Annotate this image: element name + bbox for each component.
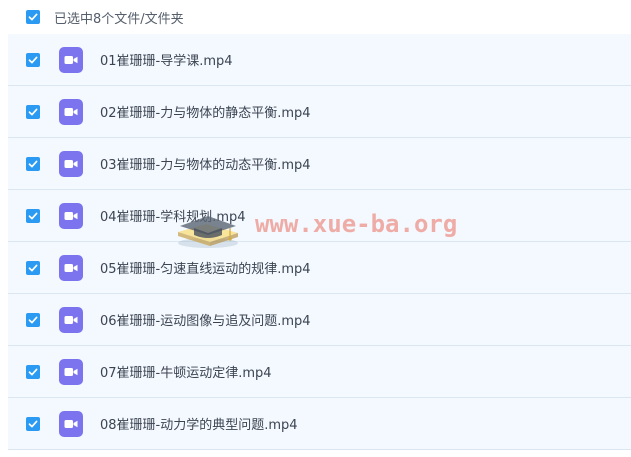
video-camera-icon (64, 211, 78, 220)
select-all-checkbox[interactable] (26, 10, 40, 24)
checkmark-icon (28, 420, 38, 427)
checkmark-icon (28, 316, 38, 323)
checkmark-icon (28, 13, 38, 21)
video-camera-icon (64, 263, 78, 272)
video-file-icon[interactable] (59, 202, 83, 229)
file-name[interactable]: 02崔珊珊-力与物体的静态平衡.mp4 (100, 102, 311, 121)
file-row[interactable]: 04崔珊珊-学科规划.mp4 (8, 190, 631, 242)
file-checkbox[interactable] (26, 416, 40, 431)
file-checkbox[interactable] (26, 104, 40, 119)
file-name[interactable]: 08崔珊珊-动力学的典型问题.mp4 (100, 414, 298, 433)
checkmark-icon (28, 212, 38, 219)
file-row[interactable]: 05崔珊珊-匀速直线运动的规律.mp4 (8, 242, 631, 294)
file-row[interactable]: 08崔珊珊-动力学的典型问题.mp4 (8, 398, 631, 450)
file-checkbox[interactable] (26, 156, 40, 171)
video-file-icon[interactable] (59, 410, 83, 437)
file-row[interactable]: 02崔珊珊-力与物体的静态平衡.mp4 (8, 86, 631, 138)
file-name[interactable]: 05崔珊珊-匀速直线运动的规律.mp4 (100, 258, 311, 277)
selection-count-text: 已选中8个文件/文件夹 (54, 11, 184, 27)
video-file-icon[interactable] (59, 254, 83, 281)
checkmark-icon (28, 56, 38, 63)
video-camera-icon (64, 55, 78, 64)
video-camera-icon (64, 367, 78, 376)
video-file-icon[interactable] (59, 98, 83, 125)
video-file-icon[interactable] (59, 306, 83, 333)
file-name[interactable]: 01崔珊珊-导学课.mp4 (100, 50, 233, 69)
file-name[interactable]: 06崔珊珊-运动图像与追及问题.mp4 (100, 310, 311, 329)
file-checkbox[interactable] (26, 52, 40, 67)
file-list-page: 已选中8个文件/文件夹 01崔珊珊-导学课.mp4 02崔珊珊-力与物体的静态平衡… (0, 0, 631, 457)
file-checkbox[interactable] (26, 312, 40, 327)
video-camera-icon (64, 107, 78, 116)
file-row[interactable]: 01崔珊珊-导学课.mp4 (8, 34, 631, 86)
file-name[interactable]: 07崔珊珊-牛顿运动定律.mp4 (100, 362, 272, 381)
checkmark-icon (28, 368, 38, 375)
file-row[interactable]: 03崔珊珊-力与物体的动态平衡.mp4 (8, 138, 631, 190)
file-checkbox[interactable] (26, 260, 40, 275)
file-row[interactable]: 06崔珊珊-运动图像与追及问题.mp4 (8, 294, 631, 346)
checkmark-icon (28, 264, 38, 271)
file-row[interactable]: 07崔珊珊-牛顿运动定律.mp4 (8, 346, 631, 398)
checkmark-icon (28, 108, 38, 115)
file-name[interactable]: 03崔珊珊-力与物体的动态平衡.mp4 (100, 154, 311, 173)
video-camera-icon (64, 159, 78, 168)
file-checkbox[interactable] (26, 208, 40, 223)
video-file-icon[interactable] (59, 358, 83, 385)
video-file-icon[interactable] (59, 46, 83, 73)
video-file-icon[interactable] (59, 150, 83, 177)
video-camera-icon (64, 419, 78, 428)
file-list: 01崔珊珊-导学课.mp4 02崔珊珊-力与物体的静态平衡.mp4 03崔珊珊-力与… (8, 34, 631, 450)
checkmark-icon (28, 160, 38, 167)
file-checkbox[interactable] (26, 364, 40, 379)
video-camera-icon (64, 315, 78, 324)
selection-header: 已选中8个文件/文件夹 (0, 0, 631, 34)
file-name[interactable]: 04崔珊珊-学科规划.mp4 (100, 206, 246, 225)
